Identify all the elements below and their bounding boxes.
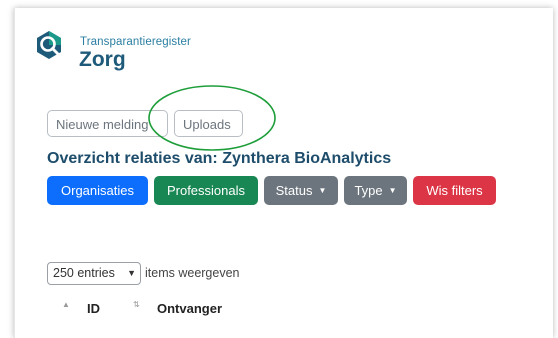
type-label: Type [354,183,383,198]
sort-asc-icon[interactable]: ▲ [62,300,70,309]
organisations-filter-button[interactable]: Organisaties [47,176,148,205]
uploads-button[interactable]: Uploads [174,110,243,137]
new-report-button[interactable]: Nieuwe melding [47,110,168,137]
status-dropdown-button[interactable]: Status ▼ [264,176,338,205]
entries-select[interactable]: 250 entries ▼ [47,262,141,285]
magnifier-logo-icon [37,31,61,59]
entries-label: items weergeven [145,266,240,280]
sort-icon[interactable]: ⇅ [133,300,140,309]
brand-name-top: Transparantieregister [80,36,191,48]
professionals-filter-button[interactable]: Professionals [154,176,258,205]
type-dropdown-button[interactable]: Type ▼ [344,176,407,205]
page-title: Overzicht relaties van: Zynthera BioAnal… [47,150,392,167]
entries-select-value: 250 entries [53,266,115,280]
caret-down-icon: ▼ [318,186,327,195]
caret-down-icon: ▼ [388,186,397,195]
brand-name-main: Zorg [79,48,126,71]
clear-filters-button[interactable]: Wis filters [413,176,496,205]
column-header-recipient[interactable]: Ontvanger [157,301,222,316]
chevron-down-icon: ▼ [127,268,136,278]
status-label: Status [275,183,313,198]
column-header-id[interactable]: ID [87,301,100,316]
